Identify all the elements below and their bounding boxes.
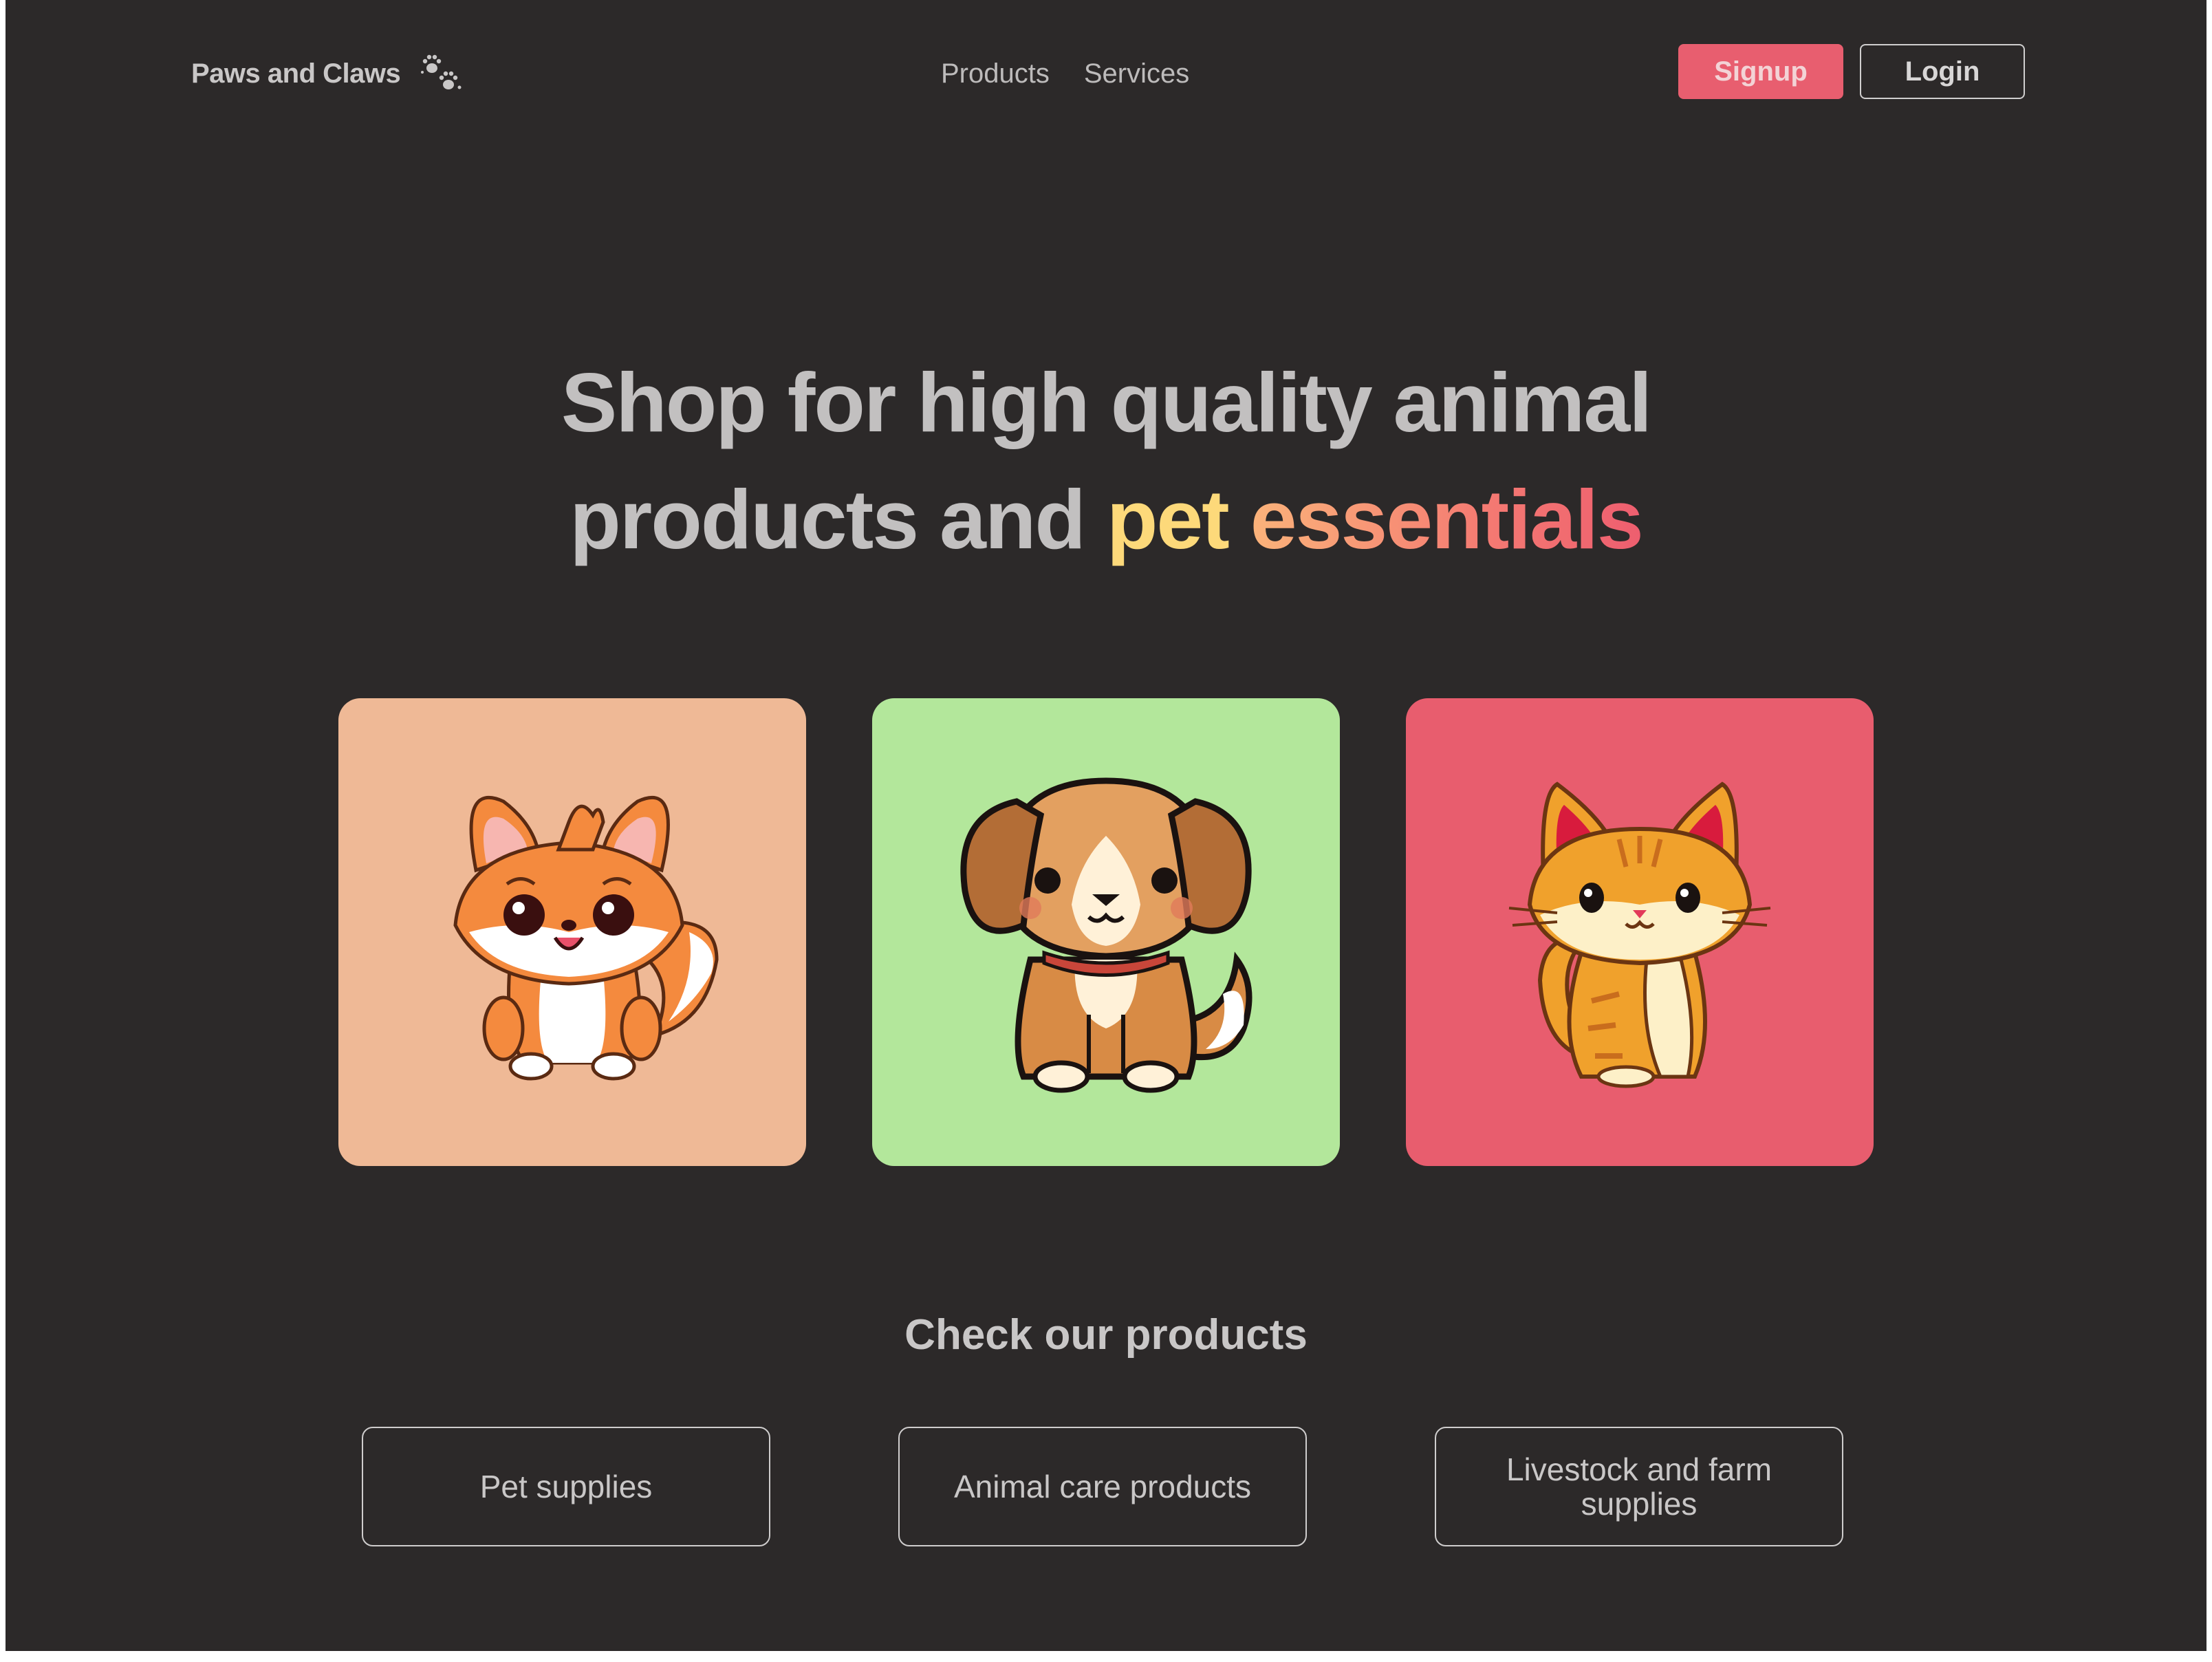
products-section-title: Check our products <box>904 1311 1308 1359</box>
dog-illustration <box>960 777 1253 1093</box>
cat-card[interactable] <box>1406 698 1874 1166</box>
hero-heading-line-1: Shop for high quality animal <box>561 356 1652 449</box>
hero-heading-space <box>1228 473 1250 566</box>
nav-link-services[interactable]: Services <box>1084 58 1189 89</box>
fox-illustration <box>453 795 719 1081</box>
hero-heading-line-2: products and pet essentials <box>6 461 2206 578</box>
nav-link-products[interactable]: Products <box>941 58 1050 89</box>
paw-prints-icon <box>421 54 462 89</box>
page: Paws and Claws Products Services Signup … <box>6 0 2206 1651</box>
hero-highlight-essentials: essentials <box>1250 473 1644 566</box>
signup-button[interactable]: Signup <box>1678 44 1843 99</box>
brand-logo[interactable]: Paws and Claws <box>191 50 466 98</box>
product-pet-supplies-button[interactable]: Pet supplies <box>362 1427 770 1546</box>
login-button[interactable]: Login <box>1860 44 2025 99</box>
fox-card[interactable] <box>338 698 806 1166</box>
dog-card[interactable] <box>872 698 1340 1166</box>
hero-highlight-pet: pet <box>1106 473 1230 566</box>
product-livestock-farm-button[interactable]: Livestock and farm supplies <box>1435 1427 1843 1546</box>
main-nav: Products Services <box>941 50 1189 98</box>
brand-name: Paws and Claws <box>191 58 401 89</box>
cat-illustration <box>1508 781 1771 1088</box>
hero-heading-prefix: products and <box>570 473 1107 566</box>
product-animal-care-button[interactable]: Animal care products <box>898 1427 1307 1546</box>
hero-heading: Shop for high quality animal products an… <box>6 344 2206 578</box>
